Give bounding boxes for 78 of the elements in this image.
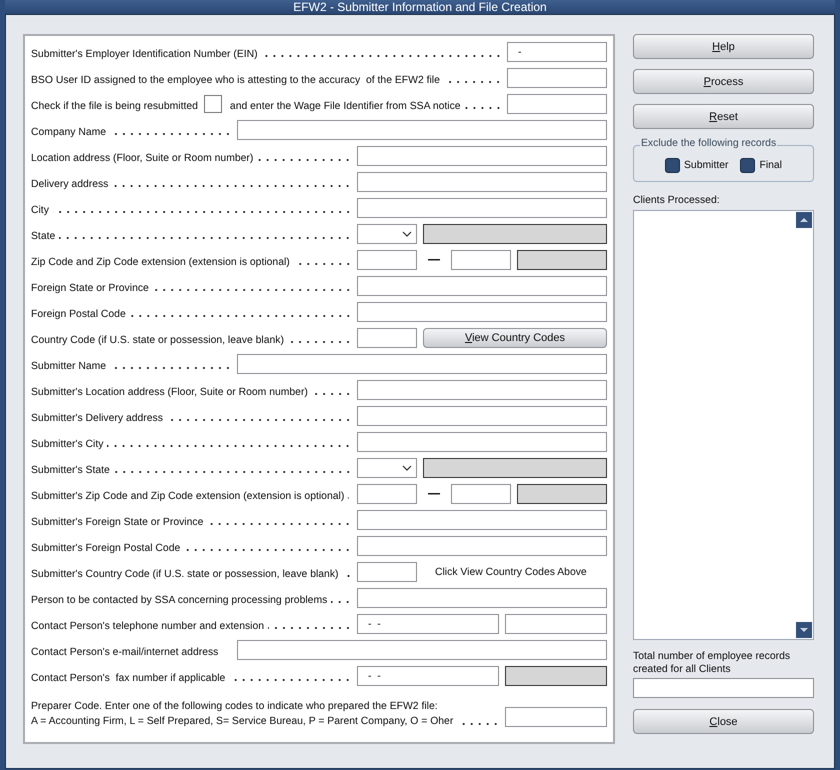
field-label: and enter the Wage File Identifier from SSA notice [230,100,461,112]
group-legend: Exclude the following records [640,138,778,149]
action-button[interactable]: Reset [633,104,814,129]
field-label: Submitter Name [31,360,106,372]
field-label: A = Accounting Firm, L = Self Prepared, S= Service Bureau, P = Parent Company, O = Oher [31,715,454,727]
view-country-codes-button[interactable]: View Country Codes [423,328,607,348]
input-field[interactable] [357,406,607,426]
input-field[interactable] [357,302,607,322]
field-label: Contact Person's telephone number and extension [31,620,264,632]
state-dropdown[interactable] [357,224,417,244]
input-field[interactable] [451,484,511,504]
list-label: Clients Processed: [633,195,721,206]
input-field[interactable]: - - [357,666,499,686]
total-label: Total number of employee records created for all Clients [633,650,792,676]
action-button[interactable]: Help [633,34,814,59]
input-field[interactable] [505,614,607,634]
scroll-up-icon[interactable] [796,212,812,228]
checkbox-option[interactable]: Final [740,158,782,173]
scroll-down-icon[interactable] [796,622,812,638]
field-label: Submitter's State [31,464,110,476]
field-label: Zip Code and Zip Code extension (extension is optional) [31,256,290,268]
action-button[interactable]: Process [633,69,814,94]
input-field[interactable] [357,328,417,348]
chevron-icon [402,465,412,471]
field-label: Submitter's Zip Code and Zip Code extension (extension is optional) [31,490,344,502]
input-field[interactable] [357,588,607,608]
input-field[interactable] [357,146,607,166]
input-field[interactable] [357,198,607,218]
field-label: Foreign State or Province [31,282,149,294]
input-field[interactable] [357,536,607,556]
field-label: Delivery address [31,178,108,190]
field-label: Submitter's Employer Identification Number (EIN) [31,48,258,60]
checkbox-option[interactable]: Submitter [665,158,728,173]
close-button[interactable]: Close [633,709,814,734]
input-field[interactable] [451,250,511,270]
scrollbar[interactable] [796,212,812,638]
input-field[interactable] [507,94,607,114]
input-field[interactable]: - - [357,614,499,634]
field-label: Country Code (if U.S. state or possession, leave blank) [31,334,284,346]
input-field[interactable] [505,707,607,727]
field-label: Check if the file is being resubmitted [31,100,198,112]
field-label: Submitter's City [31,438,104,450]
field-label: Contact Person's fax number if applicable [31,672,226,684]
field-label: Submitter's Foreign State or Province [31,516,204,528]
input-field[interactable] [507,68,607,88]
field-label: Location address (Floor, Suite or Room number) [31,152,254,164]
input-field[interactable] [357,432,607,452]
input-field[interactable] [357,276,607,296]
dash-icon [428,493,440,495]
field-label: Submitter's Country Code (if U.S. state or possession, leave blank) [31,568,338,580]
input-field[interactable] [237,640,607,660]
input-field[interactable] [357,380,607,400]
dash-icon [428,259,440,261]
input-field[interactable] [357,562,417,582]
state-dropdown[interactable] [357,458,417,478]
input-field[interactable]: - [507,42,607,62]
field-label: Preparer Code. Enter one of the following codes to indicate who prepared the EFW2 file: [31,700,439,712]
field-label: Submitter's Delivery address [31,412,163,424]
input-field[interactable] [237,354,607,374]
input-field[interactable] [357,172,607,192]
resubmit-checkbox[interactable] [204,95,222,113]
field-label: Person to be contacted by SSA concerning processing problems [31,594,328,606]
field-label: Submitter's Location address (Floor, Suite or Room number) [31,386,308,398]
field-label: Company Name [31,126,106,138]
chevron-icon [402,231,412,237]
field-label: Submitter's Foreign Postal Code [31,542,180,554]
input-field[interactable] [237,120,607,140]
input-field[interactable] [357,484,417,504]
hint-text: Click View Country Codes Above [435,566,587,578]
input-field[interactable] [357,250,417,270]
field-label: Foreign Postal Code [31,308,126,320]
field-label: Contact Person's e-mail/internet address [31,646,218,658]
field-label: State [31,230,56,242]
total-field[interactable] [633,678,814,698]
field-label: BSO User ID assigned to the employee who is attesting to the accuracy of the EFW2 file [31,74,440,86]
window-title: EFW2 - Submitter Information and File Creation [293,0,547,14]
field-label: City [31,204,49,216]
input-field[interactable] [357,510,607,530]
